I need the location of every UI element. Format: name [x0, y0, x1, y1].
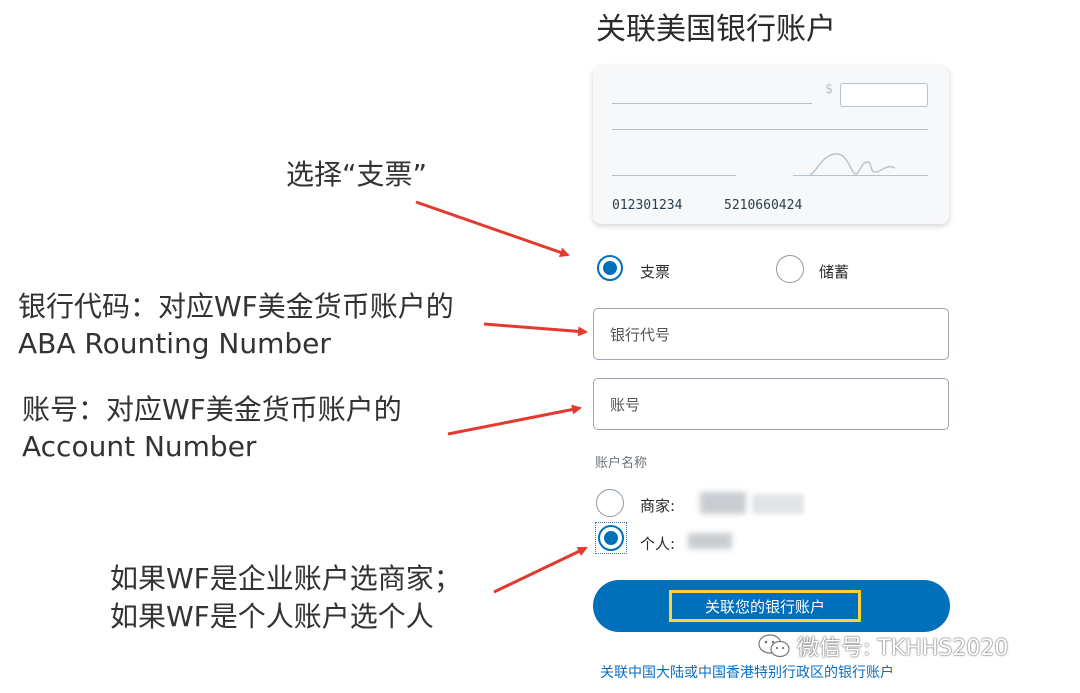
arrow-to-routing-input [483, 322, 588, 337]
arrow-to-check-radio [415, 200, 570, 258]
arrow-to-individual-radio [493, 546, 588, 594]
annotation-arrows [415, 200, 588, 594]
arrow-to-account-input [447, 404, 582, 436]
